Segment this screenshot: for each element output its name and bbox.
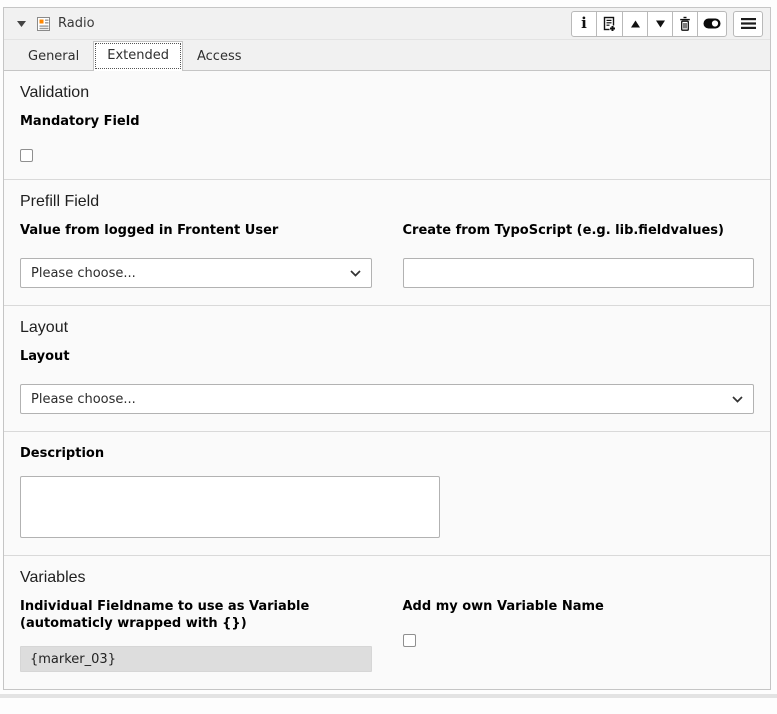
mandatory-field-checkbox[interactable] xyxy=(20,149,33,162)
delete-button[interactable] xyxy=(672,11,698,37)
tab-general[interactable]: General xyxy=(14,42,93,71)
chevron-down-icon xyxy=(732,396,743,403)
frontend-user-select[interactable]: Please choose... xyxy=(20,258,372,288)
fieldname-variable-label-line2: (automaticly wrapped with {}) xyxy=(20,616,247,631)
frontend-user-select-value: Please choose... xyxy=(31,266,136,281)
section-description: Description xyxy=(4,432,770,556)
info-icon: i xyxy=(581,16,587,31)
description-label: Description xyxy=(20,445,754,462)
info-button[interactable]: i xyxy=(571,11,597,37)
field-toolbar: i xyxy=(571,11,763,37)
arrow-down-icon xyxy=(655,20,666,28)
frontend-user-label: Value from logged in Frontent User xyxy=(20,222,372,239)
next-element-edge xyxy=(0,694,777,698)
move-down-button[interactable] xyxy=(647,11,673,37)
arrow-up-icon xyxy=(630,20,641,28)
mask-field-panel: Radio i xyxy=(3,7,771,690)
content-element-icon xyxy=(36,16,51,32)
hamburger-menu-icon xyxy=(741,18,756,29)
validation-heading: Validation xyxy=(20,84,754,102)
visibility-toggle-button[interactable] xyxy=(697,11,727,37)
layout-label: Layout xyxy=(20,348,754,365)
section-layout: Layout Layout Please choose... xyxy=(4,306,770,432)
trash-icon xyxy=(678,16,692,32)
section-validation: Validation Mandatory Field xyxy=(4,71,770,180)
prefill-frontend-user-column: Value from logged in Frontent User Pleas… xyxy=(20,222,372,288)
own-variable-name-label: Add my own Variable Name xyxy=(403,598,755,615)
chevron-down-icon xyxy=(350,270,361,277)
document-plus-icon xyxy=(602,16,617,32)
section-variables: Variables Individual Fieldname to use as… xyxy=(4,556,770,689)
own-variable-name-checkbox[interactable] xyxy=(403,634,416,647)
options-menu-button[interactable] xyxy=(733,11,763,37)
field-title: Radio xyxy=(58,16,95,31)
toggle-on-icon xyxy=(703,18,721,29)
tab-extended[interactable]: Extended xyxy=(93,41,183,71)
panel-header: Radio i xyxy=(4,8,770,40)
fieldname-variable-label-line1: Individual Fieldname to use as Variable xyxy=(20,599,309,614)
variables-own-name-column: Add my own Variable Name xyxy=(403,598,755,672)
move-up-button[interactable] xyxy=(622,11,648,37)
typoscript-input[interactable] xyxy=(403,258,755,288)
collapse-toggle-button[interactable] xyxy=(13,19,30,29)
description-textarea[interactable] xyxy=(20,476,440,538)
variables-heading: Variables xyxy=(20,569,754,587)
tab-access[interactable]: Access xyxy=(183,42,256,71)
layout-select-value: Please choose... xyxy=(31,392,136,407)
typoscript-label: Create from TypoScript (e.g. lib.fieldva… xyxy=(403,222,755,239)
caret-down-icon xyxy=(17,21,26,27)
fieldname-variable-label: Individual Fieldname to use as Variable … xyxy=(20,598,372,632)
variables-fieldname-column: Individual Fieldname to use as Variable … xyxy=(20,598,372,672)
prefill-typoscript-column: Create from TypoScript (e.g. lib.fieldva… xyxy=(403,222,755,288)
mandatory-field-label: Mandatory Field xyxy=(20,113,754,130)
layout-select[interactable]: Please choose... xyxy=(20,384,754,414)
new-element-after-button[interactable] xyxy=(596,11,623,37)
section-prefill-field: Prefill Field Value from logged in Front… xyxy=(4,180,770,306)
layout-heading: Layout xyxy=(20,319,754,337)
fieldname-variable-input xyxy=(20,646,372,672)
prefill-heading: Prefill Field xyxy=(20,193,754,211)
tabbar: General Extended Access xyxy=(4,40,770,71)
